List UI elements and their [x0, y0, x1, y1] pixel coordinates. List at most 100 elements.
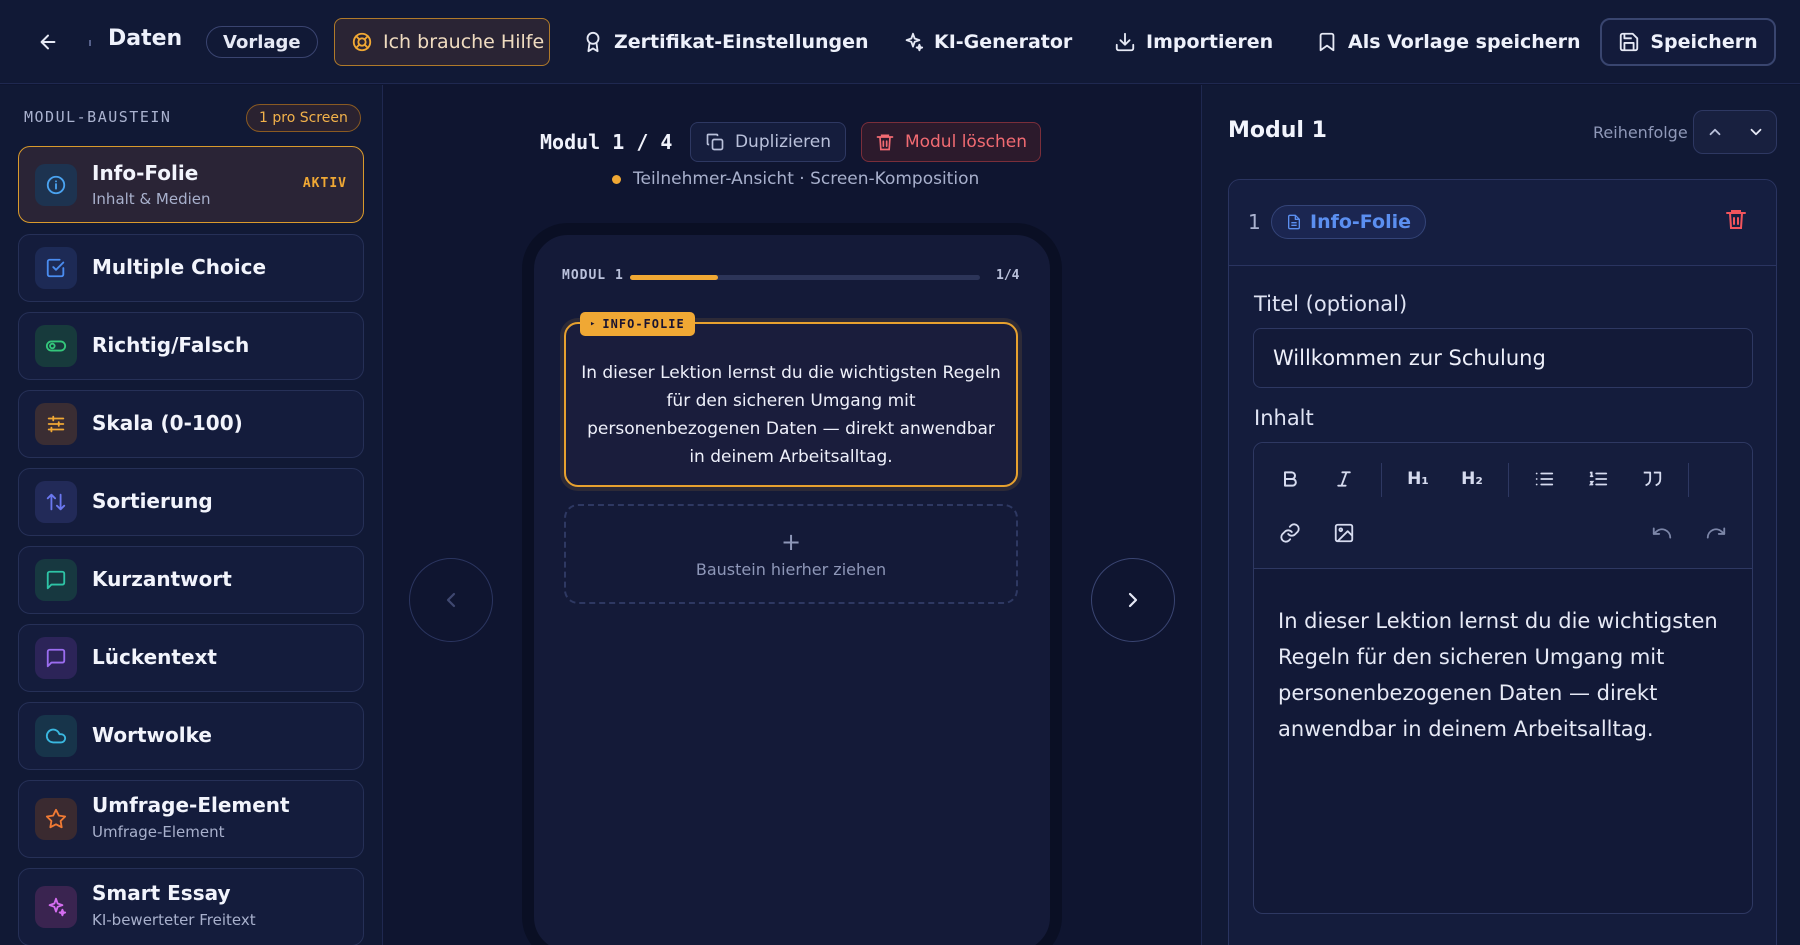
block-number: 1 [1248, 210, 1261, 234]
move-up-button[interactable] [1694, 111, 1735, 153]
save-icon [1620, 32, 1639, 52]
drop-hint: Baustein hierher ziehen [695, 559, 887, 579]
block-editor-card: 1 Info-Folie Titel (optional) Willkommen… [1228, 179, 1777, 945]
link-button[interactable] [1272, 515, 1308, 551]
chevron-left-icon [446, 592, 456, 608]
phone-preview: MODUL 1 1/4 In dieser Lektion lernst du … [522, 223, 1062, 945]
info-slide-block[interactable]: In dieser Lektion lernst du die wichtigs… [564, 322, 1018, 487]
toolbar-separator [1688, 463, 1689, 497]
save-button[interactable]: Speichern [1600, 18, 1776, 66]
drop-zone[interactable]: + Baustein hierher ziehen [564, 504, 1018, 604]
duplicate-label: Duplizieren [734, 132, 832, 152]
module-editor-panel: Modul 1 Reihenfolge 1 Info-Folie Titel (… [1201, 85, 1800, 945]
link-icon [1280, 523, 1300, 543]
undo-button[interactable] [1644, 515, 1680, 551]
undo-icon [1652, 527, 1672, 539]
order-controls [1693, 110, 1777, 154]
editor-content[interactable]: In dieser Lektion lernst du die wichtigs… [1278, 603, 1738, 747]
next-module-button[interactable] [1091, 558, 1175, 642]
phone-progress-count: 1/4 [996, 268, 1020, 283]
certificate-settings-button[interactable]: Zertifikat-Einstellungen [582, 18, 869, 66]
block-card-info-folie[interactable]: Info-Folie Inhalt & Medien AKTIV [18, 146, 364, 223]
block-title: Kurzantwort [92, 567, 232, 591]
block-card-kurzantwort[interactable]: Kurzantwort [18, 546, 364, 614]
checkbox-icon [46, 258, 65, 278]
previous-module-button[interactable] [409, 558, 493, 642]
block-title: Multiple Choice [92, 255, 267, 279]
image-icon [1334, 523, 1354, 543]
plus-icon: + [780, 527, 802, 556]
trash-icon [1726, 210, 1746, 229]
bullet-list-button[interactable] [1526, 461, 1562, 497]
top-bar: Daten: Vorlage Ich brauche Hilfe Zertifi… [0, 0, 1800, 84]
image-button[interactable] [1326, 515, 1362, 551]
italic-button[interactable] [1326, 461, 1362, 497]
title-input[interactable]: Willkommen zur Schulung [1253, 328, 1753, 388]
sparkle-icon [905, 32, 924, 52]
block-card-skala[interactable]: Skala (0-100) [18, 390, 364, 458]
heading-2-button[interactable]: H₂ [1454, 461, 1490, 497]
import-button[interactable]: Importieren [1114, 18, 1273, 66]
title-input-value: Willkommen zur Schulung [1273, 346, 1546, 370]
block-title: Info-Folie [92, 161, 199, 185]
block-card-smart-essay[interactable]: Smart Essay KI-bewerteter Freitext [18, 868, 364, 945]
block-title: Umfrage-Element [92, 793, 290, 817]
save-as-template-button[interactable]: Als Vorlage speichern [1316, 18, 1581, 66]
panel-heading: MODUL-BAUSTEIN [24, 108, 172, 126]
block-card-sortierung[interactable]: Sortierung [18, 468, 364, 536]
quote-button[interactable] [1634, 461, 1670, 497]
editor-toolbar: H₁ H₂ [1254, 443, 1752, 569]
phone-progress-bar [630, 275, 980, 280]
block-title: Smart Essay [92, 881, 231, 905]
chat-icon [46, 570, 66, 590]
content-field-label: Inhalt [1254, 406, 1314, 430]
info-slide-tag-label: INFO-FOLIE [602, 317, 685, 331]
toolbar-separator [1381, 463, 1382, 497]
breadcrumb[interactable]: Daten: [108, 26, 182, 51]
delete-module-button[interactable]: Modul löschen [861, 122, 1041, 162]
block-subtitle: Umfrage-Element [92, 823, 225, 841]
editor-title: Modul 1 [1228, 118, 1327, 143]
duplicate-button[interactable]: Duplizieren [690, 122, 846, 162]
help-button[interactable]: Ich brauche Hilfe [334, 18, 550, 66]
block-card-wortwolke[interactable]: Wortwolke [18, 702, 364, 770]
award-icon [586, 31, 600, 53]
play-icon: ▸ [590, 319, 597, 329]
message-icon [46, 648, 66, 668]
phone-module-tag: MODUL 1 [562, 268, 624, 283]
block-icon-box [35, 715, 77, 757]
delete-block-button[interactable] [1724, 207, 1748, 231]
active-badge: AKTIV [302, 176, 347, 191]
heading-1-button[interactable]: H₁ [1400, 461, 1436, 497]
view-subtitle-text: Teilnehmer-Ansicht · Screen-Komposition [633, 169, 980, 189]
block-card-multiple-choice[interactable]: Multiple Choice [18, 234, 364, 302]
bullet-list-icon [1535, 472, 1554, 486]
cloud-icon [45, 728, 67, 744]
back-button[interactable] [30, 24, 66, 60]
bookmark-icon [1319, 32, 1335, 52]
block-card-lueckentext[interactable]: Lückentext [18, 624, 364, 692]
breadcrumb-separator [89, 40, 91, 46]
block-icon-box [35, 559, 77, 601]
redo-button[interactable] [1698, 515, 1734, 551]
move-down-button[interactable] [1735, 111, 1776, 153]
block-card-richtig-falsch[interactable]: Richtig/Falsch [18, 312, 364, 380]
rich-text-editor[interactable]: H₁ H₂ In dieser Lektion lernst du die wi… [1253, 442, 1753, 914]
ai-generator-button[interactable]: KI-Generator [902, 18, 1072, 66]
bold-icon [1284, 471, 1297, 487]
numbered-list-button[interactable] [1580, 461, 1616, 497]
info-icon [46, 175, 66, 195]
module-block-panel: MODUL-BAUSTEIN 1 pro Screen Info-Folie I… [0, 85, 383, 945]
template-pill[interactable]: Vorlage [206, 26, 318, 58]
chevron-up-icon [1709, 128, 1720, 136]
block-icon-box [35, 325, 77, 367]
info-slide-text: In dieser Lektion lernst du die wichtigs… [581, 362, 1001, 467]
block-title: Skala (0-100) [92, 411, 243, 435]
info-slide-tag: ▸ INFO-FOLIE [580, 312, 695, 336]
italic-icon [1337, 471, 1351, 487]
per-screen-badge: 1 pro Screen [246, 104, 361, 132]
block-card-umfrage-element[interactable]: Umfrage-Element Umfrage-Element [18, 780, 364, 858]
title-field-label: Titel (optional) [1254, 292, 1408, 316]
bold-button[interactable] [1272, 461, 1308, 497]
download-icon [1115, 32, 1135, 52]
